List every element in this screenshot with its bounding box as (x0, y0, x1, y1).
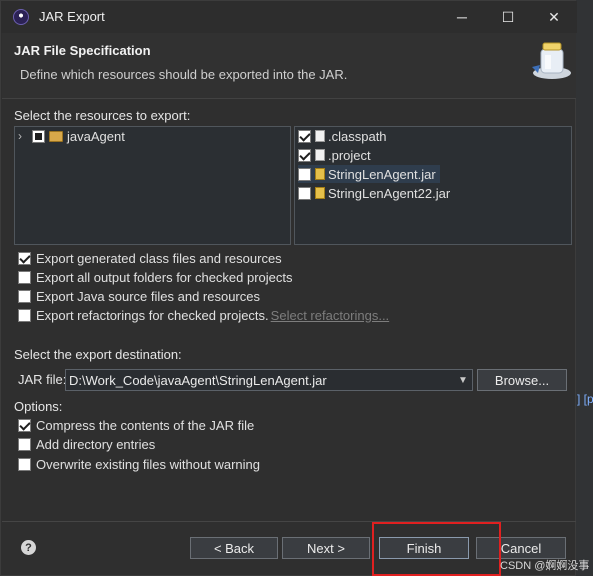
stringlenagent-jar-checkbox[interactable] (298, 167, 311, 181)
export-refactorings-option[interactable]: Export refactorings for checked projects… (18, 306, 389, 324)
minimize-button[interactable]: ─ (439, 1, 485, 33)
file-icon (315, 130, 325, 142)
jar-file-icon (315, 168, 325, 180)
chevron-down-icon[interactable]: ▼ (454, 370, 472, 390)
list-item[interactable]: StringLenAgent.jar (298, 165, 440, 183)
page-title: JAR File Specification (14, 43, 151, 58)
export-output-folders-checkbox[interactable] (18, 270, 31, 284)
tree-item-javaagent[interactable]: › javaAgent (18, 127, 125, 145)
list-item[interactable]: .classpath (298, 127, 387, 145)
list-item-label: .project (328, 147, 371, 163)
overwrite-checkbox[interactable] (18, 457, 31, 471)
jar-file-icon (315, 187, 325, 199)
overwrite-label: Overwrite existing files without warning (36, 456, 260, 472)
next-button[interactable]: Next > (282, 537, 370, 559)
javaagent-checkbox[interactable] (32, 129, 45, 143)
export-generated-class-checkbox[interactable] (18, 251, 31, 265)
destination-label: Select the export destination: (14, 347, 182, 362)
list-item-label: StringLenAgent22.jar (328, 185, 451, 201)
csdn-watermark: CSDN @婀婀没事 (500, 560, 590, 572)
add-directory-option[interactable]: Add directory entries (18, 435, 155, 453)
close-icon: ✕ (548, 8, 560, 25)
maximize-icon: ☐ (501, 8, 515, 25)
eclipse-app-icon (13, 9, 29, 25)
add-directory-checkbox[interactable] (18, 437, 31, 451)
compress-option[interactable]: Compress the contents of the JAR file (18, 416, 254, 434)
export-output-folders-label: Export all output folders for checked pr… (36, 269, 293, 285)
export-java-source-label: Export Java source files and resources (36, 288, 260, 304)
background-editor-fragment: ] [p (577, 392, 593, 406)
export-java-source-option[interactable]: Export Java source files and resources (18, 287, 260, 305)
project-tree-panel: › javaAgent (14, 126, 291, 245)
export-generated-class-label: Export generated class files and resourc… (36, 250, 282, 266)
close-button[interactable]: ✕ (531, 1, 577, 33)
cancel-button[interactable]: Cancel (476, 537, 566, 559)
window-title: JAR Export (39, 9, 105, 24)
maximize-button[interactable]: ☐ (485, 1, 531, 33)
export-refactorings-label: Export refactorings for checked projects… (36, 307, 269, 323)
jar-file-combo[interactable]: D:\Work_Code\javaAgent\StringLenAgent.ja… (65, 369, 473, 391)
file-list-panel: .classpath .project StringLenAgent.jar S… (294, 126, 572, 245)
jar-file-label: JAR file: (18, 372, 67, 387)
classpath-checkbox[interactable] (298, 129, 311, 143)
export-output-folders-option[interactable]: Export all output folders for checked pr… (18, 268, 293, 286)
jar-file-value: D:\Work_Code\javaAgent\StringLenAgent.ja… (69, 372, 327, 388)
list-item-label: StringLenAgent.jar (328, 166, 436, 182)
title-bar: JAR Export ─ ☐ ✕ (1, 1, 577, 33)
export-java-source-checkbox[interactable] (18, 289, 31, 303)
expand-chevron-icon[interactable]: › (18, 129, 32, 143)
compress-label: Compress the contents of the JAR file (36, 417, 255, 433)
stringlenagent22-jar-checkbox[interactable] (298, 186, 311, 200)
resources-label: Select the resources to export: (14, 108, 191, 123)
browse-button[interactable]: Browse... (477, 369, 567, 391)
project-checkbox[interactable] (298, 148, 311, 162)
footer-separator (2, 521, 576, 522)
export-refactorings-checkbox[interactable] (18, 308, 31, 322)
jar-export-dialog: JAR Export ─ ☐ ✕ JAR File Specification … (0, 0, 577, 576)
export-generated-class-option[interactable]: Export generated class files and resourc… (18, 249, 282, 267)
options-label: Options: (14, 399, 63, 414)
back-button[interactable]: < Back (190, 537, 278, 559)
help-icon[interactable]: ? (21, 540, 36, 555)
project-folder-icon (49, 130, 63, 142)
list-item-label: .classpath (328, 128, 387, 144)
list-item[interactable]: .project (298, 146, 371, 164)
overwrite-option[interactable]: Overwrite existing files without warning (18, 455, 260, 473)
finish-button[interactable]: Finish (379, 537, 469, 559)
compress-checkbox[interactable] (18, 418, 31, 432)
add-directory-label: Add directory entries (36, 436, 156, 452)
background-editor-right (576, 0, 593, 576)
page-description: Define which resources should be exporte… (20, 67, 348, 82)
list-item[interactable]: StringLenAgent22.jar (298, 184, 450, 202)
tree-item-label: javaAgent (67, 128, 125, 144)
minimize-icon: ─ (457, 9, 467, 25)
header-banner: JAR File Specification Define which reso… (2, 33, 576, 99)
jar-wizard-icon (532, 42, 571, 79)
file-icon (315, 149, 325, 161)
select-refactorings-link[interactable]: Select refactorings... (271, 308, 390, 323)
